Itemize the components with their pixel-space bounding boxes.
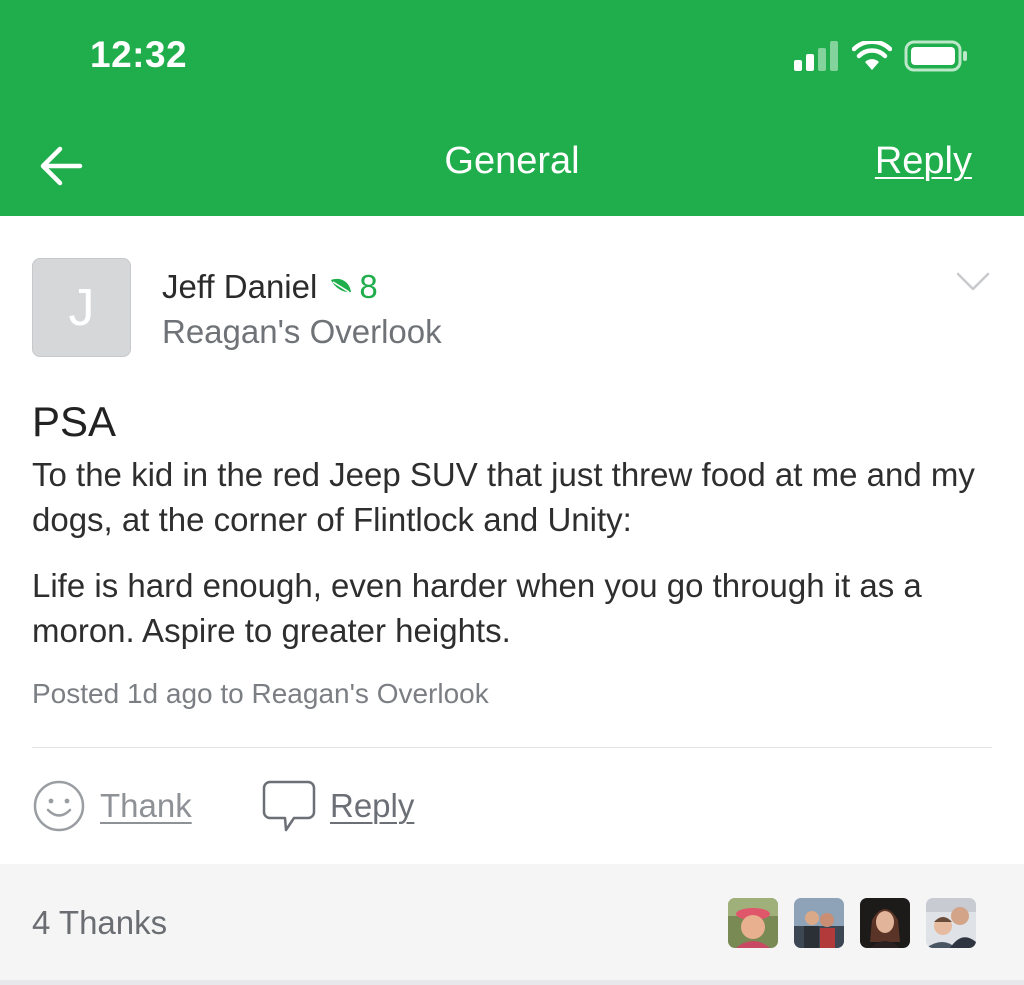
post-title: PSA: [32, 398, 117, 445]
user-photo-3[interactable]: [860, 898, 910, 948]
user-photo-4[interactable]: [926, 898, 976, 948]
reply-label: Reply: [330, 787, 415, 824]
author-neighborhood[interactable]: Reagan's Overlook: [162, 313, 442, 351]
speech-bubble-icon: [262, 780, 316, 832]
thanks-avatars[interactable]: [712, 898, 976, 948]
author-avatar[interactable]: J: [32, 258, 131, 357]
author-line: Jeff Daniel 8: [162, 268, 378, 306]
wifi-icon: [852, 41, 892, 70]
header-reply-link[interactable]: Reply: [875, 140, 972, 183]
thanks-bar[interactable]: 4 Thanks: [0, 864, 1024, 980]
thank-button[interactable]: Thank: [32, 778, 192, 834]
bottom-divider: [0, 980, 1024, 985]
back-button[interactable]: [36, 140, 88, 192]
smiley-icon: [33, 780, 85, 832]
author-name[interactable]: Jeff Daniel: [162, 268, 317, 306]
post-paragraph: To the kid in the red Jeep SUV that just…: [32, 456, 975, 538]
divider: [32, 747, 992, 748]
post-body: To the kid in the red Jeep SUV that just…: [32, 452, 992, 674]
page-title: General: [444, 140, 580, 182]
avatar-initial: J: [68, 278, 95, 337]
chevron-down-icon[interactable]: [956, 270, 990, 294]
thank-label: Thank: [100, 787, 192, 824]
user-photo-2[interactable]: [794, 898, 844, 948]
arrow-left-icon: [40, 146, 83, 186]
status-time: 12:32: [90, 34, 188, 75]
post-meta: Posted 1d ago to Reagan's Overlook: [32, 678, 489, 709]
leaf-icon: [329, 276, 353, 298]
thanks-count[interactable]: 4 Thanks: [32, 904, 167, 942]
user-photo-1[interactable]: [728, 898, 778, 948]
post-paragraph: Life is hard enough, even harder when yo…: [32, 567, 922, 649]
app-header: 12:32 General Reply: [0, 0, 1024, 216]
reply-button[interactable]: Reply: [262, 778, 414, 834]
battery-icon: [904, 40, 967, 72]
status-icons: [794, 38, 968, 74]
author-badge-count: 8: [359, 268, 378, 305]
cellular-signal-icon: [794, 41, 838, 71]
